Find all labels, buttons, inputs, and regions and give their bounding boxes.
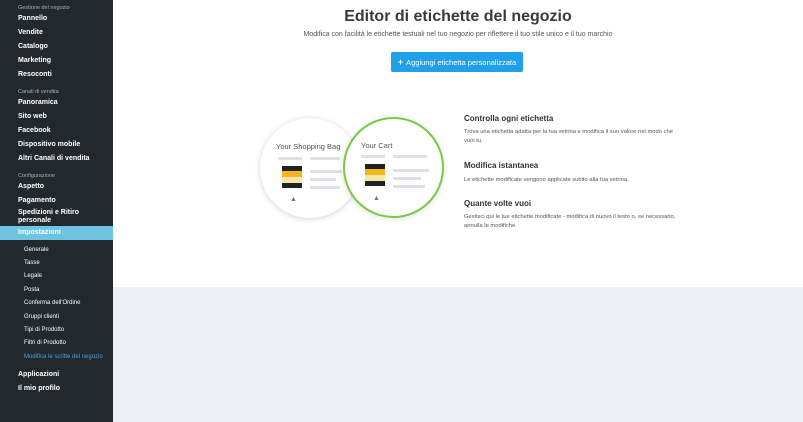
- nav-pagamento[interactable]: Pagamento: [0, 194, 113, 208]
- feature-text-instant: Le etichette modificate vengono applicat…: [464, 177, 629, 183]
- page-title: Editor di etichette del negozio: [344, 8, 572, 25]
- feature-text-times: Gestisci qui le tue etichette modificate…: [464, 214, 676, 229]
- shorts-icon: [282, 166, 302, 190]
- main-content: Editor di etichette del negozio Modifica…: [113, 0, 803, 287]
- nav-catalogo[interactable]: Catalogo: [0, 40, 113, 54]
- shopping-bag-label: Your Shopping Bag: [276, 142, 341, 151]
- section-title-sales-channels: Canali di vendita: [18, 89, 59, 95]
- nav-applicazioni[interactable]: Applicazioni: [0, 368, 113, 382]
- nav-aspetto[interactable]: Aspetto: [0, 180, 113, 194]
- nav-sito-web[interactable]: Sito web: [0, 110, 113, 124]
- nav-dispositivo-mobile[interactable]: Dispositivo mobile: [0, 138, 113, 152]
- subnav-gruppi-clienti[interactable]: Gruppi clienti: [0, 310, 113, 323]
- nav-impostazioni[interactable]: Impostazioni: [0, 226, 113, 240]
- add-custom-label-button[interactable]: + Aggiungi etichetta personalizzata: [391, 52, 523, 72]
- subnav-generale[interactable]: Generale: [0, 243, 113, 256]
- nav-resoconti[interactable]: Resoconti: [0, 68, 113, 82]
- nav-altri-canali[interactable]: Altri Canali di vendita: [0, 152, 113, 166]
- nav-panoramica[interactable]: Panoramica: [0, 96, 113, 110]
- nav-facebook[interactable]: Facebook: [0, 124, 113, 138]
- nav-mio-profilo[interactable]: Il mio profilo: [0, 382, 113, 396]
- nav-marketing[interactable]: Marketing: [0, 54, 113, 68]
- subnav-tipi-prodotto[interactable]: Tipi di Prodotto: [0, 323, 113, 336]
- tag-icon: ▲: [290, 196, 297, 203]
- feature-heading-control: Controlla ogni etichetta: [464, 114, 554, 123]
- subnav-filtri-prodotto[interactable]: Filtri di Prodotto: [0, 337, 113, 350]
- subnav-modifica-scritte[interactable]: Modifica le scritte del negozio: [0, 350, 113, 363]
- section-title-store-management: Gestione del negozio: [18, 5, 70, 11]
- shorts-icon: [365, 164, 385, 188]
- section-title-configuration: Configurazione: [18, 173, 55, 179]
- feature-heading-times: Quante volte vuoi: [464, 199, 532, 208]
- sidebar: Gestione del negozio Pannello Vendite Ca…: [0, 0, 113, 422]
- subnav-conferma-ordine[interactable]: Conferma dell'Ordine: [0, 297, 113, 310]
- cart-label: Your Cart: [361, 141, 393, 150]
- subnav-tasse[interactable]: Tasse: [0, 256, 113, 269]
- feature-text-control: Trova una etichetta adatta per la tua ve…: [464, 129, 673, 144]
- cart-illustration: Your Cart ▲: [343, 117, 444, 218]
- plus-icon: +: [397, 57, 404, 67]
- tag-icon: ▲: [373, 195, 380, 202]
- nav-vendite[interactable]: Vendite: [0, 26, 113, 40]
- nav-spedizioni[interactable]: Spedizioni e Ritiro personale: [0, 208, 113, 226]
- page-subtitle: Modifica con facilità le etichette testu…: [303, 31, 613, 38]
- feature-heading-instant: Modifica istantanea: [464, 161, 539, 170]
- subnav-posta[interactable]: Posta: [0, 283, 113, 296]
- footer-band: [113, 287, 803, 422]
- add-custom-label-button-text: Aggiungi etichetta personalizzata: [406, 57, 517, 67]
- nav-pannello[interactable]: Pannello: [0, 12, 113, 26]
- subnav-legale[interactable]: Legale: [0, 270, 113, 283]
